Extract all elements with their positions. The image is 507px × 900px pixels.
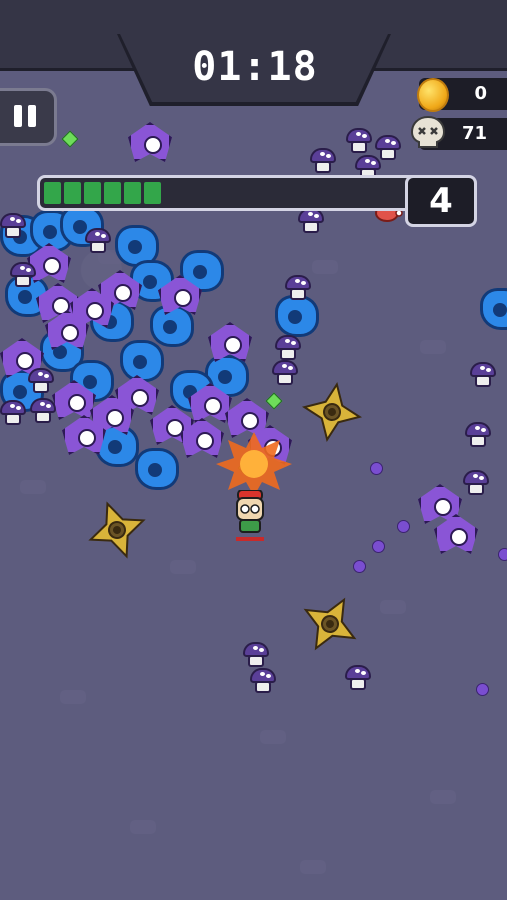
mushroom-enemy [272,360,298,386]
floor-tile [312,260,338,274]
mushroom-enemy [250,668,276,694]
mushroom-enemy [346,128,372,154]
floor-tile [420,340,446,354]
floor-tile [380,600,406,614]
mushroom-enemy [345,665,371,691]
purple-orb [498,548,507,561]
mushroom-enemy [10,262,36,288]
blue-blob-enemy [275,295,319,337]
xp-gem [61,130,79,148]
level-indicator: 4 [405,175,477,227]
xp-segment [124,182,141,204]
explosion-effect [216,432,292,496]
xp-fill [44,182,161,204]
purple-orb [370,462,383,475]
blue-blob-enemy [480,288,507,330]
pause-button[interactable] [0,88,57,146]
purple-eye-enemy [434,514,478,554]
blue-blob-enemy [135,448,179,490]
xp-segment [64,182,81,204]
game-world[interactable]: 01:18 0 71 4 [0,0,507,900]
floor-tile [60,690,86,704]
mushroom-enemy [30,398,56,424]
kill-count: 71 [461,123,487,144]
purple-orb [476,683,489,696]
floor-tile [260,730,286,744]
xp-track [37,175,453,211]
xp-segment [84,182,101,204]
coin-count: 0 [474,83,487,104]
xp-gem [265,392,283,410]
purple-eye-enemy [128,122,172,162]
coin-icon [417,78,449,112]
blue-blob-enemy [150,305,194,347]
mushroom-enemy [310,148,336,174]
mushroom-enemy [28,368,54,394]
blue-blob-enemy [120,340,164,382]
shuriken-weapon [303,597,357,651]
xp-bar: 4 [37,175,477,227]
floor-tile [170,560,196,574]
mushroom-enemy [285,275,311,301]
mushroom-enemy [85,228,111,254]
mushroom-enemy [465,422,491,448]
mushroom-enemy [0,400,26,426]
survival-timer: 01:18 [192,44,318,90]
mushroom-enemy [463,470,489,496]
floor-tile [130,820,156,834]
purple-orb [372,540,385,553]
floor-tile [430,790,456,804]
floor-tile [300,860,326,874]
xp-segment [44,182,61,204]
xp-segment [104,182,121,204]
floor-tile [20,480,46,494]
skull-icon [410,115,446,148]
player-character [236,490,264,541]
purple-orb [353,560,366,573]
mushroom-enemy [470,362,496,388]
purple-orb [397,520,410,533]
shuriken-weapon [88,501,146,559]
mushroom-enemy [275,335,301,361]
shuriken-weapon [301,381,363,443]
mushroom-enemy [243,642,269,668]
xp-segment [144,182,161,204]
mushroom-enemy [0,213,26,239]
